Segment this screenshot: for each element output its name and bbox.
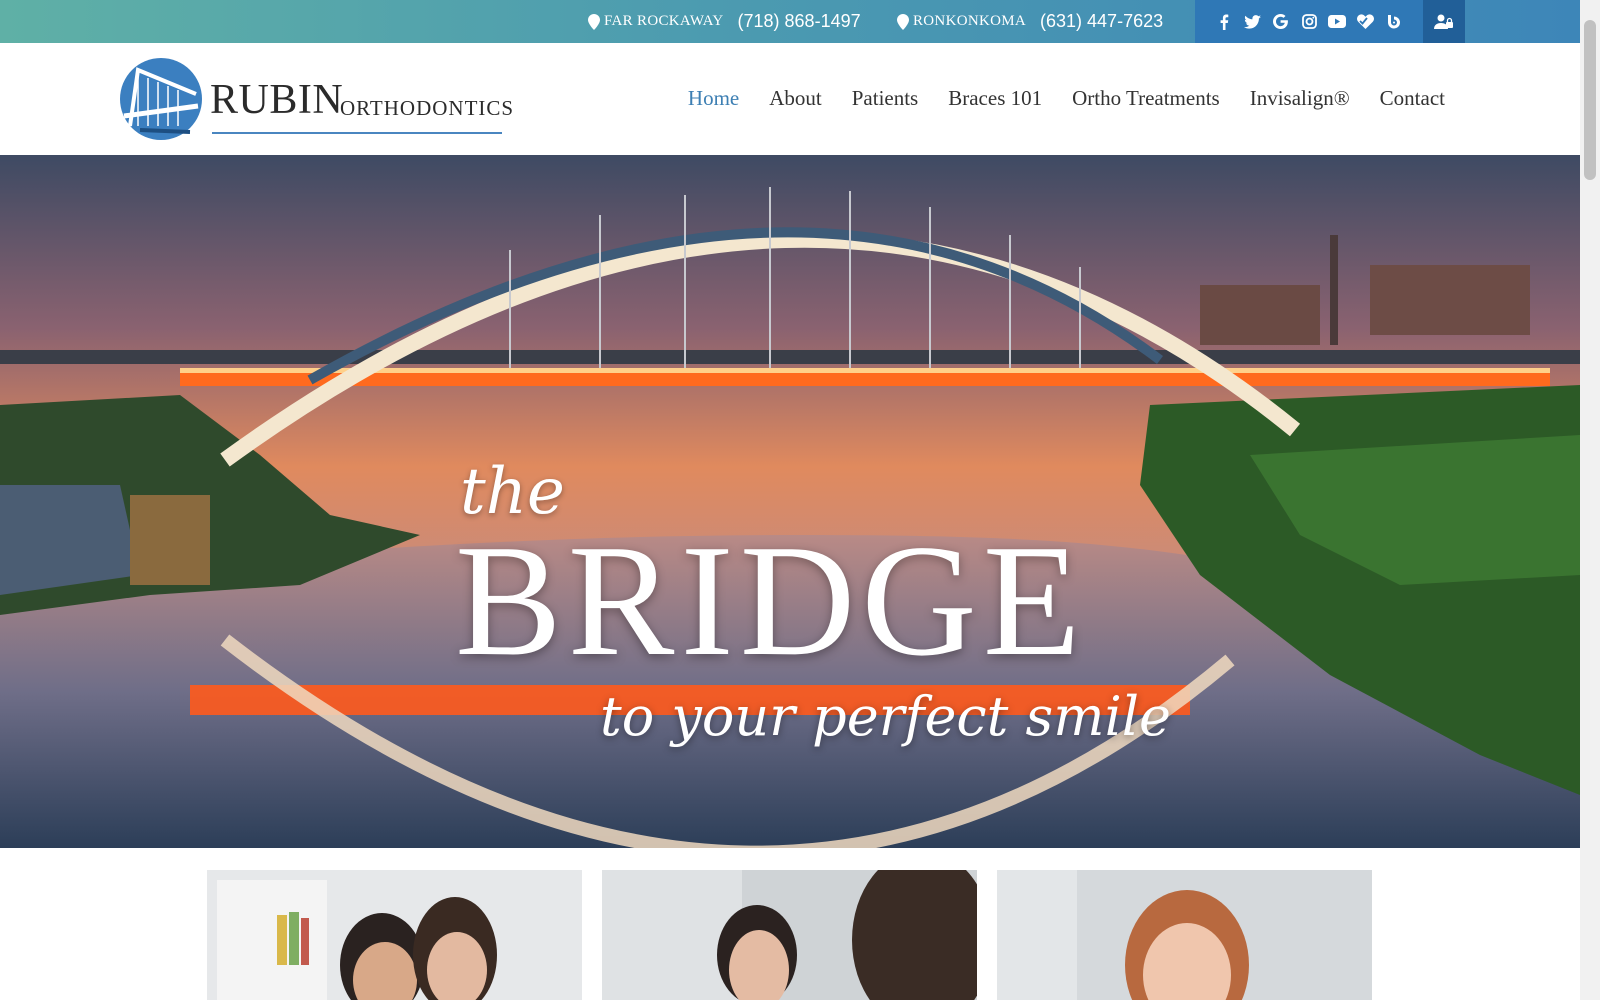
nav-invisalign[interactable]: Invisalign®	[1250, 86, 1350, 111]
logo-underline	[212, 132, 502, 134]
youtube-icon[interactable]	[1328, 13, 1347, 31]
nav-braces-101[interactable]: Braces 101	[948, 86, 1042, 111]
location-phone[interactable]: (718) 868-1497	[738, 11, 861, 32]
blog-icon[interactable]	[1385, 13, 1403, 31]
location-city: RONKONKOMA	[913, 13, 1027, 29]
site-header: RUBIN ORTHODONTICS Home About Patients B…	[0, 43, 1580, 155]
location-ronkonkoma[interactable]: RONKONKOMA (631) 447-7623	[897, 0, 1163, 43]
card-photo	[207, 870, 582, 1000]
main-nav: Home About Patients Braces 101 Ortho Tre…	[658, 86, 1445, 111]
top-bar: FAR ROCKAWAY (718) 868-1497 RONKONKOMA (…	[0, 0, 1580, 43]
map-pin-icon	[588, 13, 600, 30]
facebook-icon[interactable]	[1215, 13, 1233, 31]
logo-word-sub: ORTHODONTICS	[340, 96, 515, 120]
location-city: FAR ROCKAWAY	[604, 13, 724, 29]
scrollbar-thumb[interactable]	[1584, 20, 1596, 180]
feature-card-consult[interactable]	[602, 870, 977, 1000]
map-pin-icon	[897, 13, 909, 30]
feature-cards	[0, 870, 1580, 1000]
hero-headline: BRIDGE	[455, 511, 1087, 689]
hero-banner: the BRIDGE to your perfect smile	[0, 155, 1580, 848]
nav-contact[interactable]: Contact	[1380, 86, 1445, 111]
feature-card-smile[interactable]	[997, 870, 1372, 1000]
nav-patients[interactable]: Patients	[852, 86, 919, 111]
social-links	[1195, 0, 1423, 43]
location-far-rockaway[interactable]: FAR ROCKAWAY (718) 868-1497	[588, 0, 861, 43]
patient-login-button[interactable]	[1423, 0, 1465, 43]
google-icon[interactable]	[1272, 13, 1290, 31]
bridge-logo-icon	[120, 58, 202, 140]
feature-card-family[interactable]	[207, 870, 582, 1000]
healthgrades-icon[interactable]	[1357, 13, 1375, 31]
logo-word-main: RUBIN	[210, 77, 344, 123]
instagram-icon[interactable]	[1300, 13, 1318, 31]
nav-ortho-treatments[interactable]: Ortho Treatments	[1072, 86, 1220, 111]
page-scrollbar[interactable]	[1580, 0, 1600, 1000]
location-phone[interactable]: (631) 447-7623	[1040, 11, 1163, 32]
patient-login-icon	[1434, 14, 1453, 29]
site-logo[interactable]: RUBIN ORTHODONTICS	[118, 56, 513, 142]
nav-home[interactable]: Home	[688, 86, 739, 111]
twitter-icon[interactable]	[1244, 13, 1262, 31]
hero-tagline: to your perfect smile	[600, 685, 1171, 748]
card-photo	[602, 870, 977, 1000]
nav-about[interactable]: About	[769, 86, 822, 111]
card-photo	[997, 870, 1372, 1000]
